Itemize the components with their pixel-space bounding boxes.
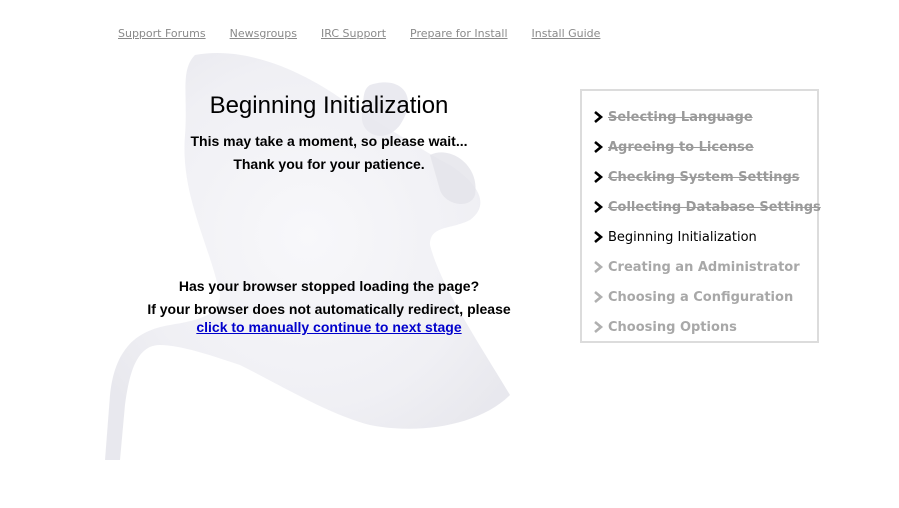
nav-link-newsgroups[interactable]: Newsgroups [230,27,297,40]
chevron-right-icon [594,291,604,303]
chevron-right-icon [594,141,604,153]
step-label: Agreeing to License [608,139,754,155]
loading-question: Has your browser stopped loading the pag… [178,278,480,294]
chevron-right-icon [594,111,604,123]
step-item: Collecting Database Settings [592,192,821,222]
main-content: Beginning Initialization This may take a… [120,90,538,335]
page-title: Beginning Initialization [209,92,449,119]
step-label: Checking System Settings [608,169,800,185]
step-item: Choosing Options [592,312,821,342]
chevron-right-icon [594,231,604,243]
step-item: Creating an Administrator [592,252,821,282]
step-label: Choosing Options [608,319,737,335]
step-item: Choosing a Configuration [592,282,821,312]
chevron-right-icon [594,261,604,273]
steps-list: Selecting Language Agreeing to License C… [592,102,821,342]
continue-link-wrap: click to manually continue to next stage [120,318,538,336]
nav-link-prepare-for-install[interactable]: Prepare for Install [410,27,508,40]
nav-link-install-guide[interactable]: Install Guide [532,27,601,40]
patience-message: Thank you for your patience. [233,156,425,172]
step-label: Choosing a Configuration [608,289,794,305]
step-label: Selecting Language [608,109,753,125]
top-nav: Support Forums Newsgroups IRC Support Pr… [118,27,624,40]
step-item: Agreeing to License [592,132,821,162]
continue-next-stage-link[interactable]: click to manually continue to next stage [196,319,461,335]
chevron-right-icon [594,171,604,183]
chevron-right-icon [594,321,604,333]
step-label: Collecting Database Settings [608,199,821,215]
step-item: Checking System Settings [592,162,821,192]
step-item-current: Beginning Initialization [592,222,821,252]
step-item: Selecting Language [592,102,821,132]
chevron-right-icon [594,201,604,213]
step-label: Creating an Administrator [608,259,800,275]
nav-link-support-forums[interactable]: Support Forums [118,27,206,40]
wait-message: This may take a moment, so please wait..… [190,133,468,149]
install-steps-panel: Selecting Language Agreeing to License C… [580,89,821,343]
step-label: Beginning Initialization [608,229,757,245]
nav-link-irc-support[interactable]: IRC Support [321,27,386,40]
redirect-message: If your browser does not automatically r… [147,301,511,317]
